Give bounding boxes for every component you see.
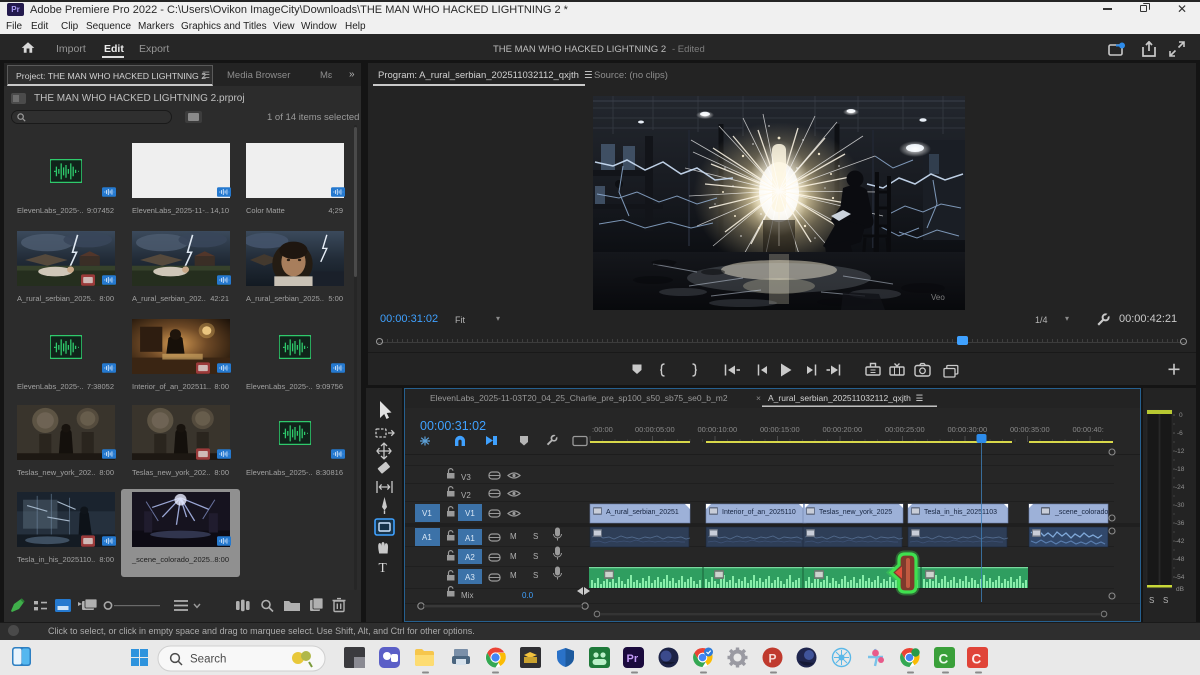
svg-text:00:00:25:00: 00:00:25:00 [885, 425, 925, 434]
svg-text:00:00:10:00: 00:00:10:00 [698, 425, 738, 434]
svg-text:-30: -30 [1175, 502, 1185, 509]
svg-text:Interior_of_an_2025110: Interior_of_an_2025110 [722, 509, 796, 516]
svg-text:0.0: 0.0 [522, 591, 534, 600]
svg-text:S: S [533, 552, 538, 561]
svg-text::00:00: :00:00 [592, 425, 613, 434]
svg-text:00:00:31:02: 00:00:31:02 [420, 419, 486, 433]
svg-text:C: C [939, 652, 949, 667]
svg-text:00:00:40:: 00:00:40: [1073, 425, 1104, 434]
svg-text:-36: -36 [1175, 520, 1185, 527]
svg-text:Pr: Pr [627, 653, 639, 665]
svg-text:00:00:30:00: 00:00:30:00 [948, 425, 988, 434]
svg-text:A3: A3 [465, 573, 475, 582]
svg-text:A_rural_serbian_20251: A_rural_serbian_20251 [606, 509, 679, 516]
svg-text:00:00:35:00: 00:00:35:00 [1010, 425, 1050, 434]
svg-text:_scene_colorado: _scene_colorado [1054, 509, 1108, 516]
svg-text:S: S [1149, 596, 1154, 605]
svg-text:0: 0 [1179, 412, 1183, 419]
svg-text:-12: -12 [1175, 448, 1185, 455]
svg-text:C: C [972, 652, 982, 667]
svg-text:-24: -24 [1175, 484, 1185, 491]
svg-text:-48: -48 [1175, 556, 1185, 563]
svg-text:Mix: Mix [461, 591, 473, 600]
svg-text:M: M [510, 571, 517, 580]
svg-text:00:00:05:00: 00:00:05:00 [635, 425, 675, 434]
svg-text:ElevenLabs_2025-11-03T20_04_25: ElevenLabs_2025-11-03T20_04_25_Charlie_p… [430, 393, 728, 403]
svg-text:V3: V3 [461, 473, 471, 482]
svg-text:S: S [1163, 596, 1168, 605]
svg-text:-6: -6 [1177, 430, 1183, 437]
svg-text:Search: Search [190, 654, 226, 666]
svg-text:M: M [510, 552, 517, 561]
svg-text:A1: A1 [465, 534, 475, 543]
svg-text:A2: A2 [465, 553, 475, 562]
svg-text:V1: V1 [422, 509, 432, 518]
svg-text:S: S [533, 532, 538, 541]
svg-text:×: × [756, 393, 761, 403]
svg-text:-54: -54 [1175, 574, 1185, 581]
svg-text:Veo: Veo [931, 293, 945, 302]
svg-text:00:00:15:00: 00:00:15:00 [760, 425, 800, 434]
svg-text:00:00:20:00: 00:00:20:00 [823, 425, 863, 434]
svg-text:V1: V1 [465, 509, 475, 518]
svg-text:Tesla_in_his_20251103: Tesla_in_his_20251103 [924, 509, 997, 516]
svg-text:M: M [510, 532, 517, 541]
svg-text:A_rural_serbian_202511032112_q: A_rural_serbian_202511032112_qxjth ☰ [768, 393, 924, 403]
svg-text:-18: -18 [1175, 466, 1185, 473]
svg-text:P: P [769, 652, 777, 666]
svg-text:dB: dB [1176, 586, 1184, 593]
svg-text:A1: A1 [422, 533, 432, 542]
svg-text:S: S [533, 571, 538, 580]
svg-text:Teslas_new_york_2025: Teslas_new_york_2025 [819, 509, 892, 516]
svg-text:V2: V2 [461, 491, 471, 500]
svg-text:T: T [379, 560, 388, 575]
svg-text:-42: -42 [1175, 538, 1185, 545]
